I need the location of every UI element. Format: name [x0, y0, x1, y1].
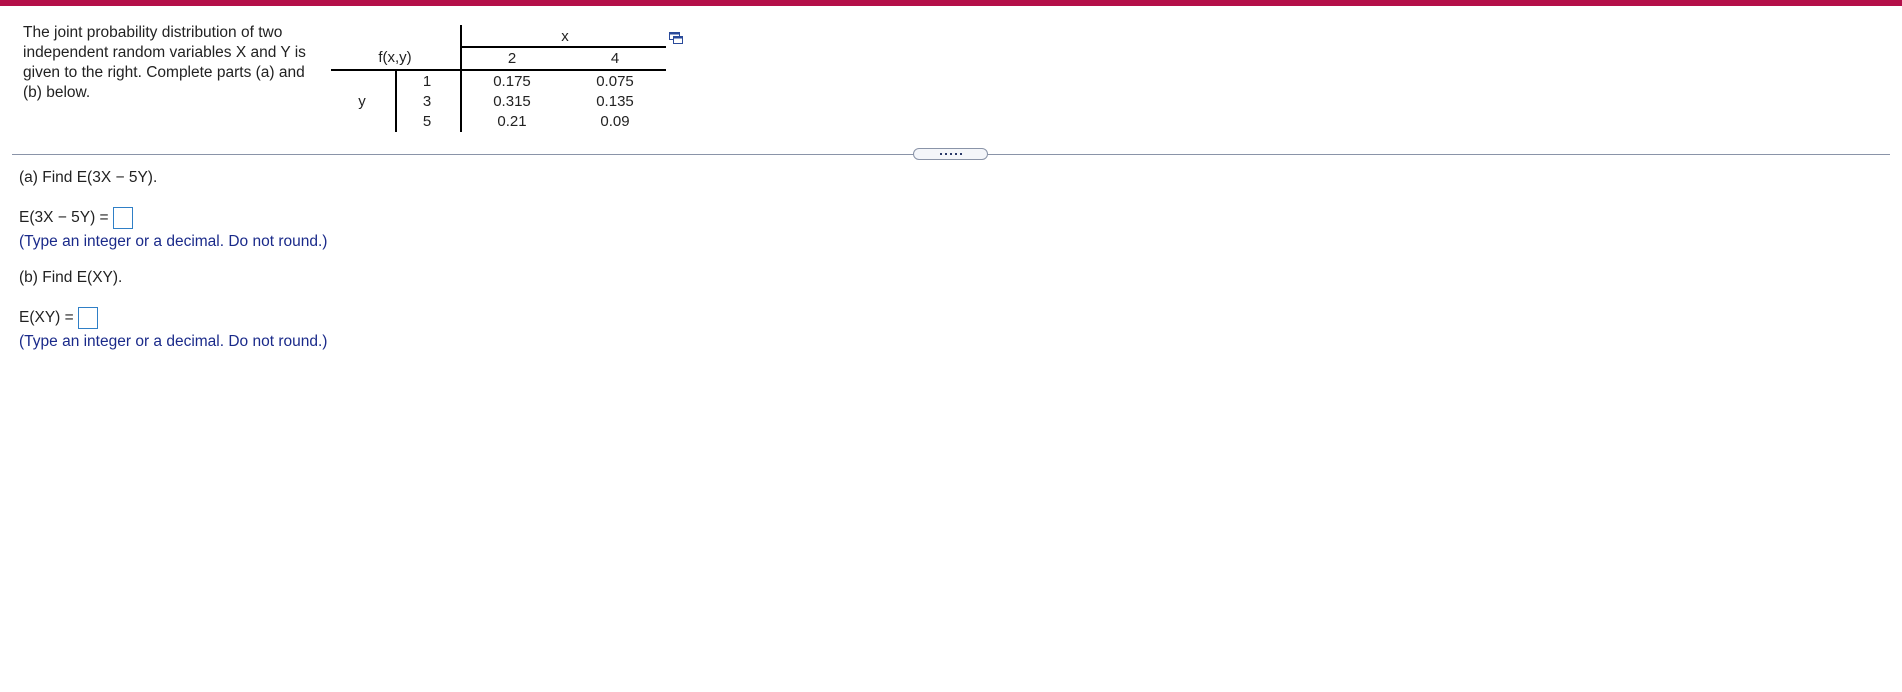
- part-b-hint: (Type an integer or a decimal. Do not ro…: [19, 333, 328, 350]
- part-a-answer-row: E(3X − 5Y) =: [19, 207, 133, 229]
- joint-probability-table: x f(x,y) 2 4 y 1 3 5 0.175 0.075 0.315 0…: [0, 0, 700, 140]
- splitter-handle[interactable]: [913, 148, 988, 160]
- table-rule: [331, 69, 666, 71]
- table-y-value: 5: [422, 113, 432, 130]
- part-a-answer-label: E(3X − 5Y) =: [19, 209, 109, 226]
- table-x-label: x: [561, 28, 569, 45]
- grip-dot: [944, 153, 947, 155]
- table-x-value: 4: [610, 50, 620, 67]
- table-corner-label: f(x,y): [378, 49, 412, 66]
- part-b-answer-input[interactable]: [77, 307, 98, 329]
- part-b-answer-row: E(XY) =: [19, 307, 98, 329]
- table-rule: [395, 70, 397, 132]
- popout-window-icon[interactable]: [669, 31, 683, 44]
- table-y-value: 3: [422, 93, 432, 110]
- table-cell: 0.315: [493, 93, 531, 110]
- grip-dot: [949, 153, 952, 155]
- table-cell: 0.075: [596, 73, 634, 90]
- table-cell: 0.175: [493, 73, 531, 90]
- table-cell: 0.135: [596, 93, 634, 110]
- table-y-label: y: [358, 93, 366, 110]
- grip-dot: [954, 153, 957, 155]
- table-y-value: 1: [422, 73, 432, 90]
- part-b-answer-label: E(XY) =: [19, 309, 74, 326]
- part-a-answer-input[interactable]: [112, 207, 133, 229]
- table-rule: [461, 46, 666, 48]
- grip-dot: [959, 153, 962, 155]
- part-a-hint: (Type an integer or a decimal. Do not ro…: [19, 233, 328, 250]
- table-rule: [460, 25, 462, 132]
- table-cell: 0.21: [497, 113, 527, 130]
- part-a-prompt: (a) Find E(3X − 5Y).: [19, 169, 158, 186]
- table-x-value: 2: [507, 50, 517, 67]
- part-b-prompt: (b) Find E(XY).: [19, 269, 123, 286]
- table-cell: 0.09: [600, 113, 630, 130]
- grip-dot: [939, 153, 942, 155]
